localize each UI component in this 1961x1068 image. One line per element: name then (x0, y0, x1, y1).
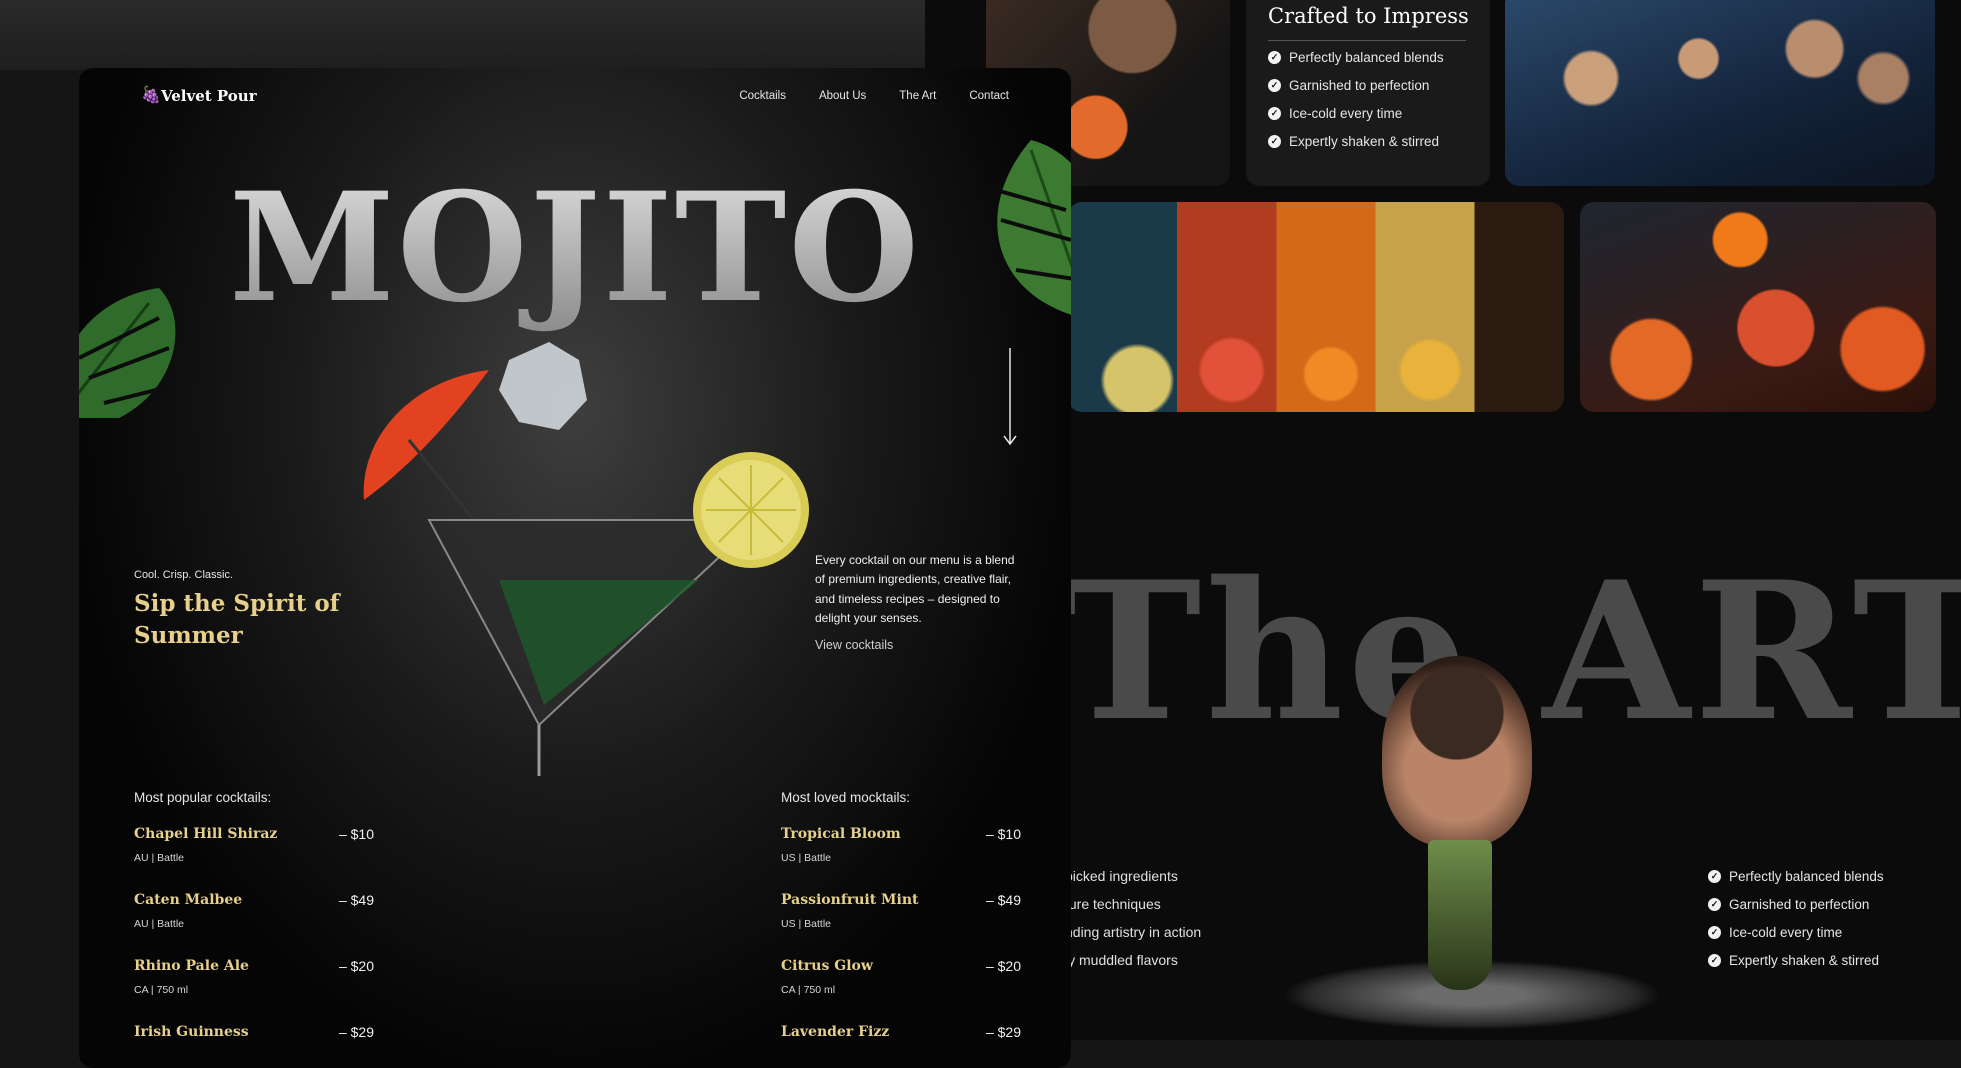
list-item: ly muddled flavors (1065, 952, 1178, 968)
cocktails-list: Chapel Hill Shiraz – $10 AU | Battle Cat… (134, 826, 374, 1068)
hero-card: 🍇 Velvet Pour Cocktails About Us The Art… (79, 68, 1071, 1068)
divider (1268, 40, 1466, 41)
art-right-list: ✓ Perfectly balanced blends ✓ Garnished to… (1708, 862, 1884, 974)
bartender-glass-photo (1282, 630, 1662, 1030)
mocktails-heading: Most loved mocktails: (781, 790, 911, 805)
item-price: – $49 (985, 892, 1021, 908)
cocktails-heading: Most popular cocktails: (134, 790, 272, 805)
item-price: – $49 (338, 892, 374, 908)
item-origin: CA | 750 ml (134, 984, 189, 996)
list-item: ✓ Expertly shaken & stirred (1708, 946, 1884, 974)
arrow-down-icon[interactable] (1003, 348, 1017, 448)
list-item: picked ingredients (1065, 868, 1178, 884)
check-icon: ✓ (1708, 869, 1721, 883)
check-icon: ✓ (1268, 50, 1281, 64)
item-origin: AU | Battle (134, 852, 184, 864)
check-icon: ✓ (1708, 925, 1721, 939)
nav-the-art[interactable]: The Art (899, 90, 936, 102)
check-icon: ✓ (1268, 134, 1281, 148)
nav-contact[interactable]: Contact (969, 90, 1009, 102)
item-origin: AU | Battle (134, 918, 184, 930)
check-icon: ✓ (1708, 953, 1721, 967)
party-crowd-photo (1505, 0, 1935, 186)
item-price: – $10 (338, 826, 374, 842)
check-icon: ✓ (1708, 897, 1721, 911)
item-name: Rhino Pale Ale (134, 958, 249, 974)
monstera-leaf-icon (79, 288, 176, 418)
crafted-title: Crafted to Impress (1268, 4, 1469, 28)
check-icon: ✓ (1268, 106, 1281, 120)
item-price: – $10 (985, 826, 1021, 842)
monstera-leaf-icon (995, 140, 1071, 315)
item-price: – $29 (338, 1024, 374, 1040)
item-name: Irish Guinness (134, 1024, 249, 1040)
list-item: ✓ Expertly shaken & stirred (1268, 127, 1444, 155)
crafted-list: ✓ Perfectly balanced blends ✓ Garnished to… (1268, 43, 1444, 155)
item-origin: CA | 750 ml (781, 984, 836, 996)
list-item: nding artistry in action (1065, 924, 1202, 940)
item-price: – $20 (338, 958, 374, 974)
nav-cocktails[interactable]: Cocktails (739, 90, 786, 102)
hero-title: MOJITO (79, 160, 1071, 336)
list-item: ✓ Garnished to perfection (1708, 890, 1884, 918)
cocktail-glasses-photo (1068, 202, 1564, 412)
crafted-card: Crafted to Impress ✓ Perfectly balanced b… (1246, 0, 1490, 186)
mocktails-list: Tropical Bloom – $10 US | Battle Passion… (781, 826, 1021, 1068)
list-item: ✓ Ice-cold every time (1268, 99, 1444, 127)
list-item[interactable]: Lavender Fizz – $29 (781, 1024, 1021, 1068)
item-name: Chapel Hill Shiraz (134, 826, 278, 842)
nav-about-us[interactable]: About Us (819, 90, 866, 102)
list-item[interactable]: Tropical Bloom – $10 US | Battle (781, 826, 1021, 892)
hero-tagline: Sip the Spirit of Summer (134, 590, 340, 649)
item-name: Passionfruit Mint (781, 892, 919, 908)
list-item[interactable]: Citrus Glow – $20 CA | 750 ml (781, 958, 1021, 1024)
hero-description: Every cocktail on our menu is a blend of… (815, 553, 1015, 625)
main-nav: Cocktails About Us The Art Contact (706, 90, 1009, 102)
list-item[interactable]: Rhino Pale Ale – $20 CA | 750 ml (134, 958, 374, 1024)
tagline-small: Cool. Crisp. Classic. (134, 569, 234, 581)
cocktail-grapes-icon: 🍇 (141, 87, 161, 104)
list-item: ✓ Garnished to perfection (1268, 71, 1444, 99)
item-name: Lavender Fizz (781, 1024, 890, 1040)
item-origin: US | Battle (781, 852, 831, 864)
item-price: – $29 (985, 1024, 1021, 1040)
item-name: Tropical Bloom (781, 826, 901, 842)
list-item: ✓ Perfectly balanced blends (1268, 43, 1444, 71)
brand-name: Velvet Pour (161, 87, 257, 105)
item-origin: US | Battle (781, 918, 831, 930)
item-price: – $20 (985, 958, 1021, 974)
list-item: ✓ Ice-cold every time (1708, 918, 1884, 946)
check-icon: ✓ (1268, 78, 1281, 92)
list-item[interactable]: Chapel Hill Shiraz – $10 AU | Battle (134, 826, 374, 892)
citrus-cocktail-photo (1580, 202, 1936, 412)
list-item: ture techniques (1065, 896, 1161, 912)
art-left-list: picked ingredients ture techniques nding… (1065, 862, 1201, 974)
list-item[interactable]: Caten Malbee – $49 AU | Battle (134, 892, 374, 958)
brand-logo[interactable]: 🍇 Velvet Pour (141, 87, 257, 105)
item-name: Citrus Glow (781, 958, 873, 974)
view-cocktails-link[interactable]: View cocktails (815, 638, 893, 652)
item-name: Caten Malbee (134, 892, 243, 908)
list-item[interactable]: Irish Guinness – $29 (134, 1024, 374, 1068)
backdrop-top (0, 0, 925, 70)
list-item: ✓ Perfectly balanced blends (1708, 862, 1884, 890)
list-item[interactable]: Passionfruit Mint – $49 US | Battle (781, 892, 1021, 958)
